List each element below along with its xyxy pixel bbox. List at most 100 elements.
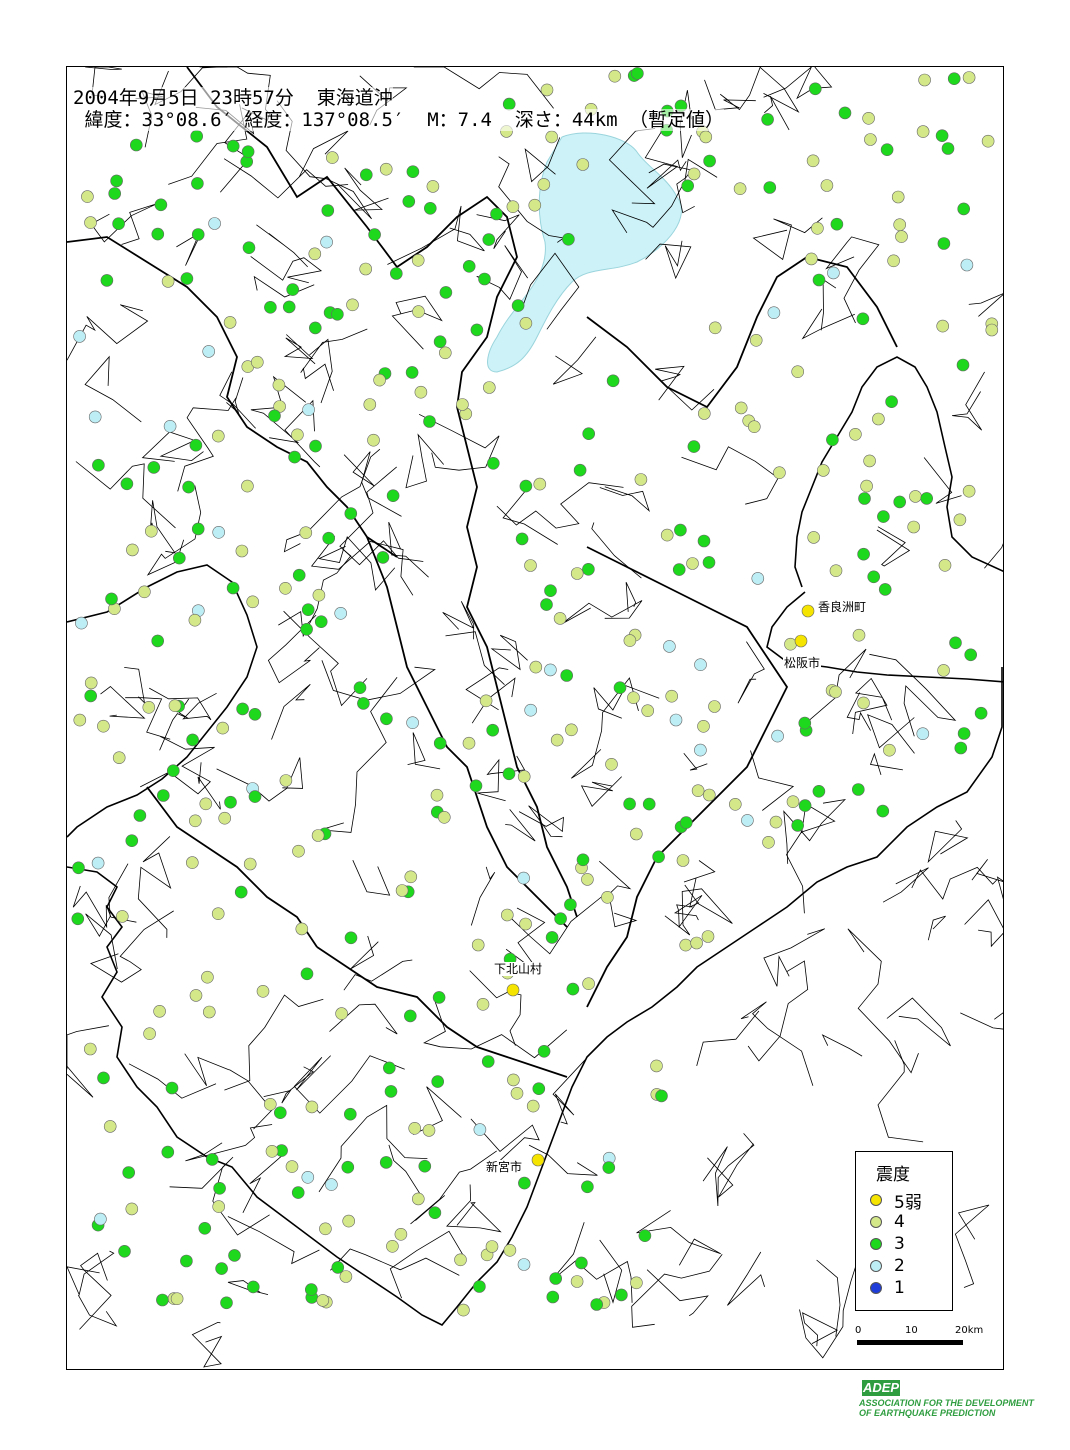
station-marker (920, 492, 934, 505)
station-marker (379, 1156, 393, 1169)
station-marker (864, 133, 877, 146)
station-marker (642, 797, 656, 811)
station-marker (97, 719, 110, 733)
station-marker (84, 676, 98, 690)
station-marker (186, 856, 199, 869)
adep-logo: ADEP ASSOCIATION FOR THE DEVELOPMENT OF … (857, 1378, 1034, 1428)
municipal-boundary (309, 338, 333, 404)
station-marker (697, 534, 711, 548)
municipal-boundary (580, 776, 622, 807)
station-marker (877, 510, 890, 523)
station-marker (812, 784, 826, 798)
station-marker (524, 703, 538, 717)
municipal-boundary (267, 614, 320, 684)
station-marker (321, 204, 335, 217)
station-marker (431, 1075, 445, 1088)
station-marker (386, 1240, 399, 1253)
station-marker (471, 938, 485, 952)
municipal-boundary (445, 631, 505, 685)
station-marker (860, 479, 873, 493)
legend-dot-1 (870, 1282, 882, 1294)
station-marker (856, 312, 870, 326)
station-marker (576, 853, 590, 867)
municipal-boundary (801, 308, 855, 340)
station-marker (428, 1206, 442, 1219)
station-marker (84, 216, 97, 229)
station-marker (147, 461, 161, 474)
station-marker (264, 301, 277, 314)
municipal-boundary (820, 278, 837, 331)
station-marker (191, 522, 205, 536)
station-marker (462, 260, 476, 273)
station-marker (161, 275, 175, 288)
station-marker (964, 648, 978, 662)
station-marker (402, 195, 416, 208)
station-marker (954, 741, 968, 755)
station-marker (962, 71, 976, 84)
label-shingu: 新宮市 (485, 1160, 524, 1174)
station-marker (382, 1061, 396, 1075)
station-marker (863, 454, 876, 468)
station-marker (479, 694, 493, 708)
municipal-boundary (646, 1269, 709, 1317)
station-marker (872, 412, 885, 426)
station-marker (806, 154, 820, 168)
station-marker (125, 834, 139, 848)
station-marker (157, 789, 170, 802)
station-marker (576, 158, 590, 171)
legend-dot-2 (870, 1260, 882, 1272)
station-marker (228, 1249, 241, 1262)
municipal-boundary (816, 1259, 841, 1337)
municipal-boundary (683, 752, 708, 771)
station-marker (226, 139, 240, 153)
station-marker (985, 323, 999, 337)
station-marker (389, 267, 403, 280)
station-marker (669, 713, 683, 727)
station-marker (858, 492, 871, 505)
municipal-boundary (505, 809, 536, 842)
station-marker (652, 850, 665, 864)
station-marker (486, 723, 500, 737)
station-marker (405, 366, 419, 379)
map-area: 2004年9月5日 23時57分 東海道沖 緯度：33°08.6′ 経度：137… (66, 66, 1004, 1370)
station-marker (786, 795, 800, 809)
station-marker (236, 702, 249, 716)
station-marker (454, 1253, 467, 1267)
station-marker (110, 174, 123, 188)
station-marker (798, 716, 812, 730)
station-marker (829, 685, 842, 699)
station-marker-5weak-0 (801, 604, 815, 618)
station-marker (411, 1192, 425, 1206)
station-marker (182, 480, 195, 494)
station-marker (83, 1042, 97, 1056)
station-marker (430, 788, 444, 802)
legend-item-1: 1 (870, 1278, 905, 1298)
station-marker (142, 700, 156, 714)
station-marker (601, 890, 614, 904)
station-marker (334, 606, 348, 620)
station-marker (605, 757, 618, 771)
station-marker (247, 1280, 260, 1294)
municipal-boundary (405, 433, 445, 489)
municipal-boundary (727, 1251, 765, 1306)
station-marker (301, 603, 315, 617)
station-marker (91, 856, 105, 870)
station-marker (470, 323, 484, 337)
municipal-boundary (407, 732, 441, 770)
municipal-boundary (219, 371, 256, 429)
station-marker (702, 788, 716, 802)
municipal-boundary (227, 1216, 320, 1265)
station-marker (241, 145, 255, 158)
station-marker (694, 658, 707, 672)
station-marker (344, 507, 358, 520)
station-marker (878, 583, 892, 596)
municipal-boundary (561, 600, 643, 625)
station-marker (279, 581, 292, 595)
station-marker (145, 524, 158, 538)
station-marker (830, 217, 844, 231)
station-marker (679, 816, 693, 829)
station-marker (947, 72, 961, 85)
station-marker (481, 1055, 495, 1068)
station-marker (170, 1292, 184, 1305)
station-marker (408, 1122, 422, 1135)
